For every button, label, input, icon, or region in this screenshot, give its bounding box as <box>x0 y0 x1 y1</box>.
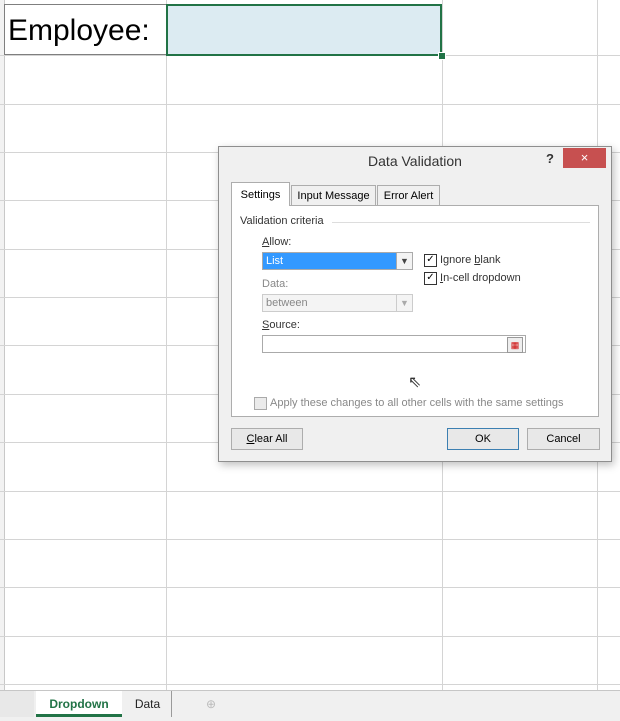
ignore-blank-label: Ignore blank <box>440 254 501 266</box>
sheet-tab-bar: Dropdown Data ⊕ <box>0 690 620 721</box>
data-combo: between ▼ <box>262 294 413 312</box>
group-divider <box>332 222 590 223</box>
row-gridline <box>0 587 620 588</box>
ignore-blank-checkbox[interactable]: ✓ <box>424 254 437 267</box>
help-button[interactable]: ? <box>543 151 557 166</box>
tab-scroll-area <box>0 691 34 717</box>
tab-input-message[interactable]: Input Message <box>291 185 376 205</box>
allow-value: List <box>263 253 396 269</box>
cell-a1[interactable]: Employee: <box>4 4 166 55</box>
chevron-down-icon: ▼ <box>396 295 412 311</box>
tab-error-alert[interactable]: Error Alert <box>377 185 440 205</box>
source-input[interactable]: ▦ <box>262 335 526 353</box>
row-gridline <box>0 104 620 105</box>
ok-button[interactable]: OK <box>447 428 519 450</box>
clear-all-button[interactable]: Clear All <box>231 428 303 450</box>
data-value: between <box>266 297 308 309</box>
allow-combo[interactable]: List ▼ <box>262 252 413 270</box>
fill-handle[interactable] <box>438 52 446 60</box>
sheet-tab-dropdown[interactable]: Dropdown <box>36 691 122 717</box>
mouse-pointer-icon: ⇖ <box>408 372 422 391</box>
cell-b1-selected[interactable] <box>166 4 442 56</box>
range-select-icon[interactable]: ▦ <box>507 337 523 353</box>
in-cell-dropdown-label: In-cell dropdown <box>440 272 521 284</box>
add-sheet-icon[interactable]: ⊕ <box>196 691 222 717</box>
tab-settings[interactable]: Settings <box>231 182 290 206</box>
cancel-button[interactable]: Cancel <box>527 428 600 450</box>
validation-criteria-label: Validation criteria <box>240 215 324 227</box>
allow-label: Allow: <box>262 236 292 248</box>
chevron-down-icon[interactable]: ▼ <box>396 253 412 269</box>
apply-all-label: Apply these changes to all other cells w… <box>270 397 564 409</box>
apply-all-checkbox[interactable] <box>254 397 267 410</box>
data-validation-dialog: Data Validation ? × Settings Input Messa… <box>218 146 612 462</box>
row-gridline <box>0 636 620 637</box>
row-gridline <box>0 491 620 492</box>
in-cell-dropdown-checkbox[interactable]: ✓ <box>424 272 437 285</box>
source-label: Source: <box>262 319 300 331</box>
data-label: Data: <box>262 278 289 290</box>
close-button[interactable]: × <box>563 148 606 168</box>
row-gridline <box>0 539 620 540</box>
row-gridline <box>0 684 620 685</box>
sheet-tab-data[interactable]: Data <box>124 691 172 717</box>
